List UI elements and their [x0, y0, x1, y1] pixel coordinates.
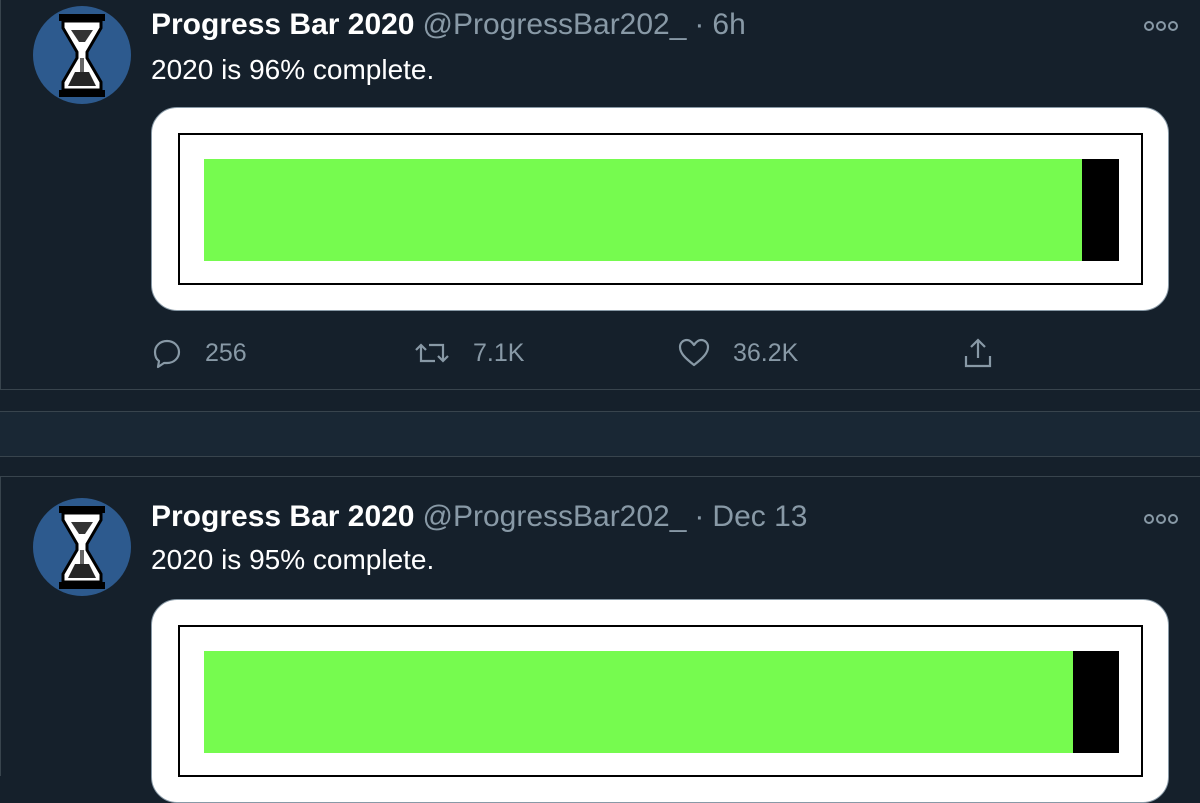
progress-card[interactable] — [151, 107, 1169, 311]
retweet-icon — [415, 343, 449, 363]
progress-card[interactable] — [151, 599, 1169, 803]
more-options-button[interactable] — [1144, 509, 1178, 529]
share-button[interactable] — [961, 333, 1017, 373]
tweet-text: 2020 is 95% complete. — [151, 544, 435, 575]
tweet-2[interactable]: Progress Bar 2020 @ProgressBar202_ · Dec 13… — [0, 476, 1200, 803]
reply-count: 256 — [205, 338, 247, 367]
retweet-count: 7.1K — [473, 338, 525, 367]
more-options-button[interactable] — [1144, 16, 1178, 36]
like-count: 36.2K — [733, 338, 799, 367]
progress-fill — [204, 651, 1074, 753]
separator: · — [694, 8, 705, 41]
retweet-button[interactable]: 7.1K — [413, 333, 524, 373]
progress-frame — [178, 133, 1143, 285]
author-handle[interactable]: @ProgressBar202_ — [423, 500, 687, 533]
progress-track — [204, 159, 1119, 261]
share-upload-icon — [964, 338, 992, 368]
progress-fill — [204, 159, 1083, 261]
progress-track — [204, 651, 1119, 753]
tweet-actions: 256 7.1K 36.2K — [151, 333, 1051, 373]
avatar[interactable] — [33, 6, 131, 104]
timeline-divider — [0, 411, 1200, 457]
progress-frame — [178, 625, 1143, 777]
heart-icon — [678, 338, 710, 367]
tweet-text: 2020 is 96% complete. — [151, 54, 435, 85]
hourglass-icon — [59, 14, 105, 97]
like-button[interactable]: 36.2K — [677, 333, 798, 373]
hourglass-icon — [59, 506, 105, 589]
tweet-1[interactable]: Progress Bar 2020 @ProgressBar202_ · 6h 202… — [0, 0, 1200, 390]
author-name[interactable]: Progress Bar 2020 — [151, 500, 415, 533]
timestamp[interactable]: Dec 13 — [712, 500, 807, 533]
author-handle[interactable]: @ProgressBar202_ — [423, 8, 687, 41]
more-horizontal-icon — [1144, 21, 1178, 31]
reply-button[interactable]: 256 — [151, 333, 247, 373]
separator: · — [694, 500, 705, 533]
reply-bubble-icon — [153, 339, 181, 369]
tweet-header: Progress Bar 2020 @ProgressBar202_ · Dec 13 — [151, 500, 807, 534]
more-horizontal-icon — [1144, 514, 1178, 524]
timestamp[interactable]: 6h — [712, 8, 745, 41]
tweet-header: Progress Bar 2020 @ProgressBar202_ · 6h — [151, 8, 746, 42]
author-name[interactable]: Progress Bar 2020 — [151, 8, 415, 41]
avatar[interactable] — [33, 498, 131, 596]
